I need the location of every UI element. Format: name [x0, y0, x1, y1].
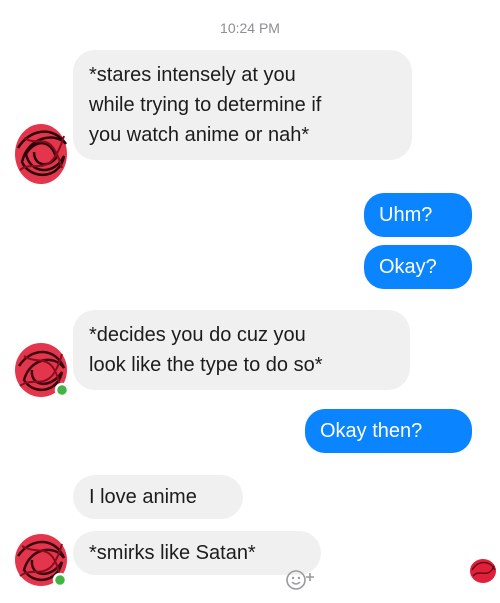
message-timestamp: 10:24 PM	[220, 20, 280, 36]
message-text: *smirks like Satan*	[89, 542, 256, 564]
seen-avatar-icon	[470, 559, 496, 583]
add-reaction-icon	[286, 570, 314, 590]
contact-avatar[interactable]	[10, 530, 74, 599]
message-text: Uhm?	[379, 204, 433, 226]
message-text-line: look like the type to do so*	[89, 354, 323, 376]
contact-avatar[interactable]	[10, 118, 72, 195]
seen-avatar	[468, 556, 498, 591]
outgoing-message-bubble[interactable]: Uhm?	[364, 193, 472, 237]
avatar-scribble-icon	[15, 343, 70, 398]
message-text: Okay then?	[320, 420, 423, 442]
message-text-line: you watch anime or nah*	[89, 124, 310, 146]
add-reaction-button[interactable]	[284, 568, 320, 592]
outgoing-message-bubble[interactable]: Okay then?	[305, 409, 472, 453]
contact-avatar[interactable]	[10, 338, 74, 407]
message-text-line: while trying to determine if	[89, 94, 322, 116]
incoming-message-bubble[interactable]: *decides you do cuz you look like the ty…	[73, 310, 410, 390]
online-dot-icon	[52, 572, 68, 588]
incoming-message-bubble[interactable]: *stares intensely at you while trying to…	[73, 50, 412, 160]
avatar-scribble-icon	[15, 534, 68, 588]
avatar-scribble-icon	[15, 124, 68, 184]
message-text-line: *decides you do cuz you	[89, 324, 306, 346]
outgoing-message-bubble[interactable]: Okay?	[364, 245, 472, 289]
incoming-message-bubble[interactable]: I love anime	[73, 475, 243, 519]
message-text: Okay?	[379, 256, 437, 278]
message-text-line: *stares intensely at you	[89, 64, 296, 86]
message-text: I love anime	[89, 486, 197, 508]
online-dot-icon	[54, 382, 70, 398]
